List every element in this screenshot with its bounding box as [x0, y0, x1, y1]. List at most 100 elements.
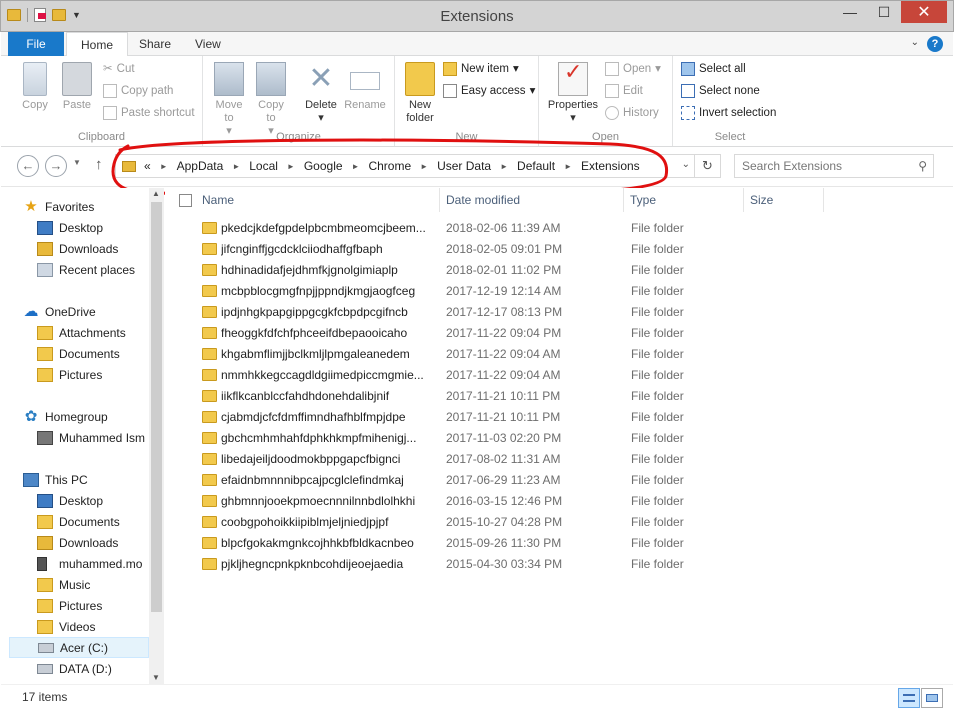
new-folder-button[interactable]: New folder — [401, 62, 439, 125]
rename-button[interactable]: Rename — [343, 62, 387, 112]
file-row[interactable]: ghbmnnjooekpmoecnnnilnnbdlolhkhi 2016-03-… — [165, 491, 952, 512]
tab-file[interactable]: File — [8, 32, 64, 56]
column-header-type[interactable]: Type — [624, 188, 744, 212]
file-row[interactable]: hdhinadidafjejdhmfkjgnolgimiaplp 2018-02-… — [165, 260, 952, 281]
easy-access-button[interactable]: Easy access ▾ — [443, 81, 535, 101]
large-icons-view-button[interactable] — [921, 688, 943, 708]
paste-button[interactable]: Paste — [59, 62, 95, 112]
file-name[interactable]: khgabmflimjjbclkmljlpmgaleanedem — [221, 347, 439, 361]
nav-item-videos[interactable]: Videos — [37, 616, 149, 637]
file-name[interactable]: cjabmdjcfcfdmffimndhafhblfmpjdpe — [221, 410, 439, 424]
nav-item-favorites[interactable]: ★ Favorites — [23, 196, 149, 217]
file-name[interactable]: ipdjnhgkpapgippgcgkfcbpdpcgifncb — [221, 305, 439, 319]
details-view-button[interactable] — [898, 688, 920, 708]
file-name[interactable]: pjkljhegncpnkpknbcohdijeoejaedia — [221, 557, 439, 571]
scroll-up-arrow-icon[interactable]: ▲ — [152, 189, 160, 198]
up-arrow-icon[interactable]: ↑ — [95, 156, 103, 173]
nav-item-music[interactable]: Music — [37, 574, 149, 595]
file-row[interactable]: blpcfgokakmgnkcojhhkbfbldkacnbeo 2015-09-… — [165, 533, 952, 554]
nav-item-desktop[interactable]: Desktop — [37, 217, 149, 238]
search-input[interactable]: Search Extensions ⚲ — [734, 154, 934, 178]
file-name[interactable]: pkedcjkdefgpdelpbcmbmeomcjbeem... — [221, 221, 439, 235]
close-icon[interactable]: ✕ — [901, 1, 947, 23]
file-row[interactable]: fheoggkfdfchfphceeifdbepaooicaho 2017-11-… — [165, 323, 952, 344]
file-row[interactable]: cjabmdjcfcfdmffimndhafhblfmpjdpe 2017-11-… — [165, 407, 952, 428]
select-none-button[interactable]: Select none — [681, 81, 760, 101]
open-button[interactable]: Open ▾ — [605, 59, 661, 79]
properties-button[interactable]: Properties▾ — [543, 62, 603, 125]
file-row[interactable]: pjkljhegncpnkpknbcohdijeoejaedia 2015-04-… — [165, 554, 952, 575]
file-row[interactable]: coobgpohoikkiipiblmjeljniedjpjpf 2015-10-… — [165, 512, 952, 533]
file-name[interactable]: ghbmnnjooekpmoecnnnilnnbdlolhkhi — [221, 494, 439, 508]
nav-item-documents[interactable]: Documents — [37, 511, 149, 532]
help-icon[interactable]: ? — [927, 36, 943, 52]
file-row[interactable]: mcbpblocgmgfnpjjppndjkmgjaogfceg 2017-12-… — [165, 281, 952, 302]
move-to-button[interactable]: Move to ▾ — [211, 62, 247, 138]
scroll-down-arrow-icon[interactable]: ▼ — [152, 673, 160, 682]
history-button[interactable]: History — [605, 103, 659, 123]
invert-selection-button[interactable]: Invert selection — [681, 103, 776, 123]
copy-to-button[interactable]: Copy to ▾ — [253, 62, 289, 138]
file-row[interactable]: khgabmflimjjbclkmljlpmgaleanedem 2017-11-… — [165, 344, 952, 365]
file-row[interactable]: nmmhkkegccagdldgiimedpiccmgmie... 2017-11… — [165, 365, 952, 386]
copy-path-button[interactable]: Copy path — [103, 81, 173, 101]
scrollbar-thumb[interactable] — [151, 202, 162, 612]
column-header-name[interactable]: Name — [196, 188, 440, 212]
file-row[interactable]: libedajeiljdoodmokbppgapcfbignci 2017-08-… — [165, 449, 952, 470]
new-item-button[interactable]: New item ▾ — [443, 59, 519, 79]
nav-item-this-pc[interactable]: This PC — [23, 469, 149, 490]
file-name[interactable]: jifcnginffjgcdcklciiodhaffgfbaph — [221, 242, 439, 256]
nav-item-onedrive[interactable]: ☁ OneDrive — [23, 301, 149, 322]
tab-home[interactable]: Home — [66, 32, 129, 57]
nav-item-recent-places[interactable]: Recent places — [37, 259, 149, 280]
file-name[interactable]: fheoggkfdfchfphceeifdbepaooicaho — [221, 326, 439, 340]
file-row[interactable]: jifcnginffjgcdcklciiodhaffgfbaph 2018-02-… — [165, 239, 952, 260]
ribbon-collapse-chevron-icon[interactable]: ⌄ — [911, 37, 919, 48]
file-name[interactable]: efaidnbmnnnibpcajpcglclefindmkaj — [221, 473, 439, 487]
back-arrow-icon[interactable]: ← — [17, 155, 39, 177]
address-history-chevron-icon[interactable]: ⌄ — [682, 159, 690, 170]
refresh-icon[interactable]: ↻ — [694, 155, 720, 177]
select-all-button[interactable]: Select all — [681, 59, 746, 79]
nav-item-documents[interactable]: Documents — [37, 343, 149, 364]
file-row[interactable]: gbchcmhmhahfdphkhkmpfmihenigj... 2017-11-… — [165, 428, 952, 449]
tab-share[interactable]: Share — [125, 32, 185, 56]
nav-item-data-d[interactable]: DATA (D:) — [37, 658, 149, 679]
nav-item-muhammed-ism[interactable]: Muhammed Ism — [37, 427, 149, 448]
select-all-checkbox[interactable] — [179, 194, 192, 207]
tab-view[interactable]: View — [181, 32, 235, 56]
nav-item-downloads[interactable]: Downloads — [37, 532, 149, 553]
nav-item-homegroup[interactable]: ✿ Homegroup — [23, 406, 149, 427]
nav-item-desktop[interactable]: Desktop — [37, 490, 149, 511]
file-name[interactable]: coobgpohoikkiipiblmjeljniedjpjpf — [221, 515, 439, 529]
file-name[interactable]: mcbpblocgmgfnpjjppndjkmgjaogfceg — [221, 284, 439, 298]
column-header-date-modified[interactable]: Date modified — [440, 188, 624, 212]
nav-item-pictures[interactable]: Pictures — [37, 364, 149, 385]
file-name[interactable]: hdhinadidafjejdhmfkjgnolgimiaplp — [221, 263, 439, 277]
file-name[interactable]: libedajeiljdoodmokbppgapcfbignci — [221, 452, 439, 466]
file-name[interactable]: gbchcmhmhahfdphkhkmpfmihenigj... — [221, 431, 439, 445]
cut-button[interactable]: ✂ Cut — [103, 59, 135, 79]
file-row[interactable]: efaidnbmnnnibpcajpcglclefindmkaj 2017-06-… — [165, 470, 952, 491]
recent-locations-chevron-icon[interactable]: ▼ — [73, 158, 81, 167]
file-row[interactable]: ipdjnhgkpapgippgcgkfcbpdpcgifncb 2017-12-… — [165, 302, 952, 323]
navigation-pane-scrollbar[interactable]: ▲ ▼ — [149, 188, 164, 684]
delete-button[interactable]: ✕ Delete ▾ — [301, 62, 341, 125]
file-name[interactable]: iikflkcanblccfahdhdonehdalibjnif — [221, 389, 439, 403]
search-icon[interactable]: ⚲ — [918, 155, 927, 177]
file-name[interactable]: blpcfgokakmgnkcojhhkbfbldkacnbeo — [221, 536, 439, 550]
nav-item-pictures[interactable]: Pictures — [37, 595, 149, 616]
minimize-icon[interactable]: — — [833, 1, 867, 23]
maximize-icon[interactable]: ☐ — [867, 1, 901, 23]
edit-button[interactable]: Edit — [605, 81, 643, 101]
nav-item-acer-c[interactable]: Acer (C:) — [9, 637, 149, 658]
nav-item-muhammed-mo[interactable]: muhammed.mo — [37, 553, 149, 574]
forward-arrow-icon[interactable]: → — [45, 155, 67, 177]
nav-item-attachments[interactable]: Attachments — [37, 322, 149, 343]
file-row[interactable]: iikflkcanblccfahdhdonehdalibjnif 2017-11-… — [165, 386, 952, 407]
paste-shortcut-button[interactable]: Paste shortcut — [103, 103, 195, 123]
file-row[interactable]: pkedcjkdefgpdelpbcmbmeomcjbeem... 2018-02… — [165, 218, 952, 239]
nav-item-downloads[interactable]: Downloads — [37, 238, 149, 259]
file-name[interactable]: nmmhkkegccagdldgiimedpiccmgmie... — [221, 368, 439, 382]
copy-button[interactable]: Copy — [17, 62, 53, 112]
